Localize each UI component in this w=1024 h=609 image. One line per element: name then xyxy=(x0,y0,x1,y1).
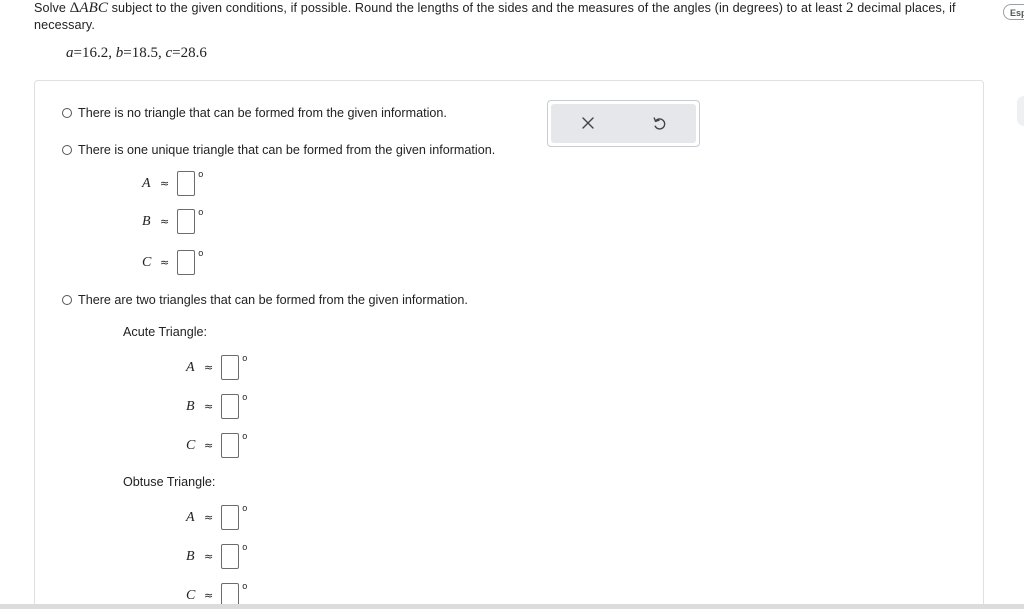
approx-symbol: ≈ xyxy=(204,400,214,413)
degree-symbol: o xyxy=(242,581,248,591)
triangle-symbol: Δ xyxy=(69,0,80,16)
angle-a-label: A xyxy=(186,509,195,525)
obtuse-angle-b-input[interactable] xyxy=(221,544,240,569)
given-b-value: 18.5 xyxy=(131,45,158,61)
option-no-triangle[interactable]: There is no triangle that can be formed … xyxy=(62,106,447,120)
radio-no-triangle[interactable] xyxy=(62,108,72,118)
round-places: 2 xyxy=(845,0,854,16)
acute-angle-b-row: B ≈ o xyxy=(186,392,248,419)
approx-symbol: ≈ xyxy=(160,177,170,190)
bottom-scroll-bar xyxy=(0,604,1024,609)
angle-b-label: B xyxy=(186,398,195,414)
one-angle-b-row: B ≈ o xyxy=(142,207,204,234)
degree-symbol: o xyxy=(242,392,248,402)
approx-symbol: ≈ xyxy=(204,589,214,602)
language-toggle-button[interactable]: Esp xyxy=(1003,4,1024,20)
angle-c-label: C xyxy=(142,254,152,270)
approx-symbol: ≈ xyxy=(204,550,214,563)
question-verb: Solve xyxy=(34,1,70,15)
one-angle-b-input[interactable] xyxy=(177,209,196,234)
clear-button[interactable] xyxy=(574,112,602,134)
approx-symbol: ≈ xyxy=(160,256,170,269)
acute-angle-c-row: C ≈ o xyxy=(186,431,248,458)
obtuse-angle-a-row: A ≈ o xyxy=(186,503,248,530)
radio-two-triangles[interactable] xyxy=(62,295,72,305)
approx-symbol: ≈ xyxy=(204,511,214,524)
angle-c-label: C xyxy=(186,587,196,603)
degree-symbol: o xyxy=(242,542,248,552)
acute-angle-b-input[interactable] xyxy=(221,394,240,419)
question-body: subject to the given conditions, if poss… xyxy=(108,1,846,15)
degree-symbol: o xyxy=(242,431,248,441)
acute-angle-a-input[interactable] xyxy=(221,355,240,380)
option-two-triangles[interactable]: There are two triangles that can be form… xyxy=(62,293,468,307)
obtuse-triangle-label: Obtuse Triangle: xyxy=(123,475,216,489)
degree-symbol: o xyxy=(198,248,204,258)
acute-angle-a-row: A ≈ o xyxy=(186,353,248,380)
degree-symbol: o xyxy=(242,353,248,363)
angle-c-label: C xyxy=(186,437,196,453)
option-one-triangle-label: There is one unique triangle that can be… xyxy=(78,143,496,157)
given-a-var: a xyxy=(66,45,74,61)
obtuse-angle-a-input[interactable] xyxy=(221,505,240,530)
side-panel-tab[interactable] xyxy=(1017,96,1024,126)
acute-triangle-label: Acute Triangle: xyxy=(123,325,208,339)
question-text: Solve ΔABC subject to the given conditio… xyxy=(34,0,964,34)
given-values: a=16.2, b=18.5, c=28.6 xyxy=(66,45,207,61)
option-one-triangle[interactable]: There is one unique triangle that can be… xyxy=(62,143,495,157)
given-a-value: 16.2 xyxy=(81,45,109,61)
option-no-triangle-label: There is no triangle that can be formed … xyxy=(78,106,447,120)
acute-angle-c-input[interactable] xyxy=(221,433,240,458)
one-angle-a-row: A ≈ o xyxy=(142,169,204,196)
undo-icon xyxy=(653,117,666,130)
obtuse-angle-b-row: B ≈ o xyxy=(186,542,248,569)
one-angle-c-row: C ≈ o xyxy=(142,248,204,275)
angle-a-label: A xyxy=(186,359,195,375)
given-c-value: 28.6 xyxy=(180,45,207,61)
one-angle-c-input[interactable] xyxy=(177,250,196,275)
approx-symbol: ≈ xyxy=(204,361,214,374)
answer-toolbar xyxy=(547,100,700,147)
degree-symbol: o xyxy=(242,503,248,513)
angle-a-label: A xyxy=(142,175,151,191)
undo-button[interactable] xyxy=(645,112,673,134)
approx-symbol: ≈ xyxy=(204,439,214,452)
degree-symbol: o xyxy=(198,207,204,217)
angle-b-label: B xyxy=(186,548,195,564)
one-angle-a-input[interactable] xyxy=(177,171,196,196)
option-two-triangles-label: There are two triangles that can be form… xyxy=(78,293,468,307)
approx-symbol: ≈ xyxy=(160,215,170,228)
degree-symbol: o xyxy=(198,169,204,179)
radio-one-triangle[interactable] xyxy=(62,145,72,155)
triangle-name: ABC xyxy=(79,0,108,16)
toolbar-background xyxy=(551,104,696,143)
answer-panel xyxy=(34,80,984,609)
x-icon xyxy=(582,117,594,129)
angle-b-label: B xyxy=(142,213,151,229)
